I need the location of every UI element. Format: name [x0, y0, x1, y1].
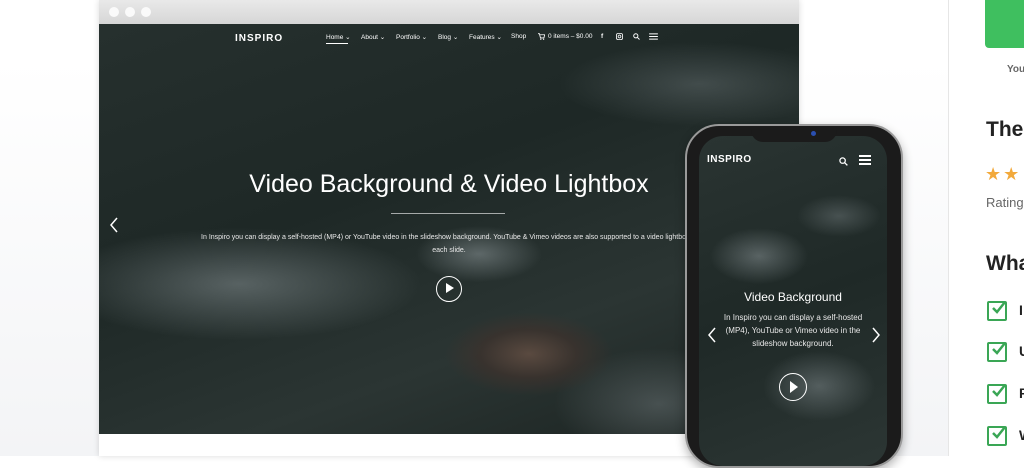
nav-blog[interactable]: Blog ⌄ — [438, 33, 458, 41]
checkbox-check-icon — [987, 342, 1007, 362]
right-sidebar: You The ★★ Rating Wha I U F W — [948, 0, 1024, 456]
nav-home[interactable]: Home ⌄ — [326, 33, 351, 41]
nav-active-underline — [326, 43, 348, 44]
play-icon — [790, 381, 798, 393]
feature-label: F — [1019, 385, 1024, 401]
feature-item: F — [987, 384, 1024, 406]
phone-hamburger-icon[interactable] — [859, 155, 871, 165]
phone-notch — [751, 126, 837, 142]
phone-prev-arrow-icon[interactable] — [707, 326, 717, 349]
window-dot — [125, 7, 135, 17]
phone-screen: INSPIRO Video Background In Inspiro you … — [699, 136, 887, 466]
phone-hero-description: In Inspiro you can display a self-hosted… — [723, 313, 863, 348]
instagram-icon[interactable] — [616, 33, 623, 42]
window-dot — [109, 7, 119, 17]
cta-button[interactable] — [985, 0, 1024, 48]
search-icon[interactable] — [633, 33, 640, 42]
nav-features[interactable]: Features ⌄ — [469, 33, 502, 41]
checkbox-check-icon — [987, 426, 1007, 446]
feature-label: U — [1019, 343, 1024, 359]
phone-search-icon[interactable] — [839, 153, 848, 171]
mobile-preview: INSPIRO Video Background In Inspiro you … — [685, 124, 903, 468]
hero-description: In Inspiro you can display a self-hosted… — [201, 234, 697, 254]
cta-subtext: You — [1007, 64, 1024, 75]
section-heading: The — [986, 118, 1024, 141]
facebook-icon[interactable]: f — [601, 33, 603, 40]
nav-portfolio[interactable]: Portfolio ⌄ — [396, 33, 427, 41]
rating-stars: ★★ — [985, 164, 1022, 184]
play-icon — [446, 283, 454, 293]
cart-icon[interactable] — [538, 33, 546, 42]
camera-icon — [811, 131, 816, 136]
browser-titlebar — [99, 0, 799, 24]
feature-item: W — [987, 426, 1024, 448]
phone-hero-title: Video Background — [744, 290, 842, 304]
nav-cart[interactable]: 0 items – $0.00 — [548, 33, 592, 40]
play-video-button[interactable] — [436, 276, 462, 302]
hamburger-menu-icon[interactable] — [649, 33, 658, 42]
feature-item: U — [987, 342, 1024, 364]
nav-shop[interactable]: Shop — [511, 33, 526, 40]
slide-prev-arrow-icon[interactable] — [109, 216, 119, 239]
feature-item: I — [987, 301, 1024, 323]
checkbox-check-icon — [987, 301, 1007, 321]
phone-play-button[interactable] — [779, 373, 807, 401]
phone-next-arrow-icon[interactable] — [871, 326, 881, 349]
checkbox-check-icon — [987, 384, 1007, 404]
phone-site-logo[interactable]: INSPIRO — [707, 154, 752, 165]
rating-label: Rating — [986, 195, 1024, 210]
site-logo[interactable]: INSPIRO — [235, 33, 283, 44]
feature-label: I — [1019, 302, 1023, 318]
feature-label: W — [1019, 427, 1024, 443]
features-heading: Wha — [986, 252, 1024, 275]
window-dot — [141, 7, 151, 17]
nav-about[interactable]: About ⌄ — [361, 33, 385, 41]
hero-divider — [391, 213, 505, 214]
